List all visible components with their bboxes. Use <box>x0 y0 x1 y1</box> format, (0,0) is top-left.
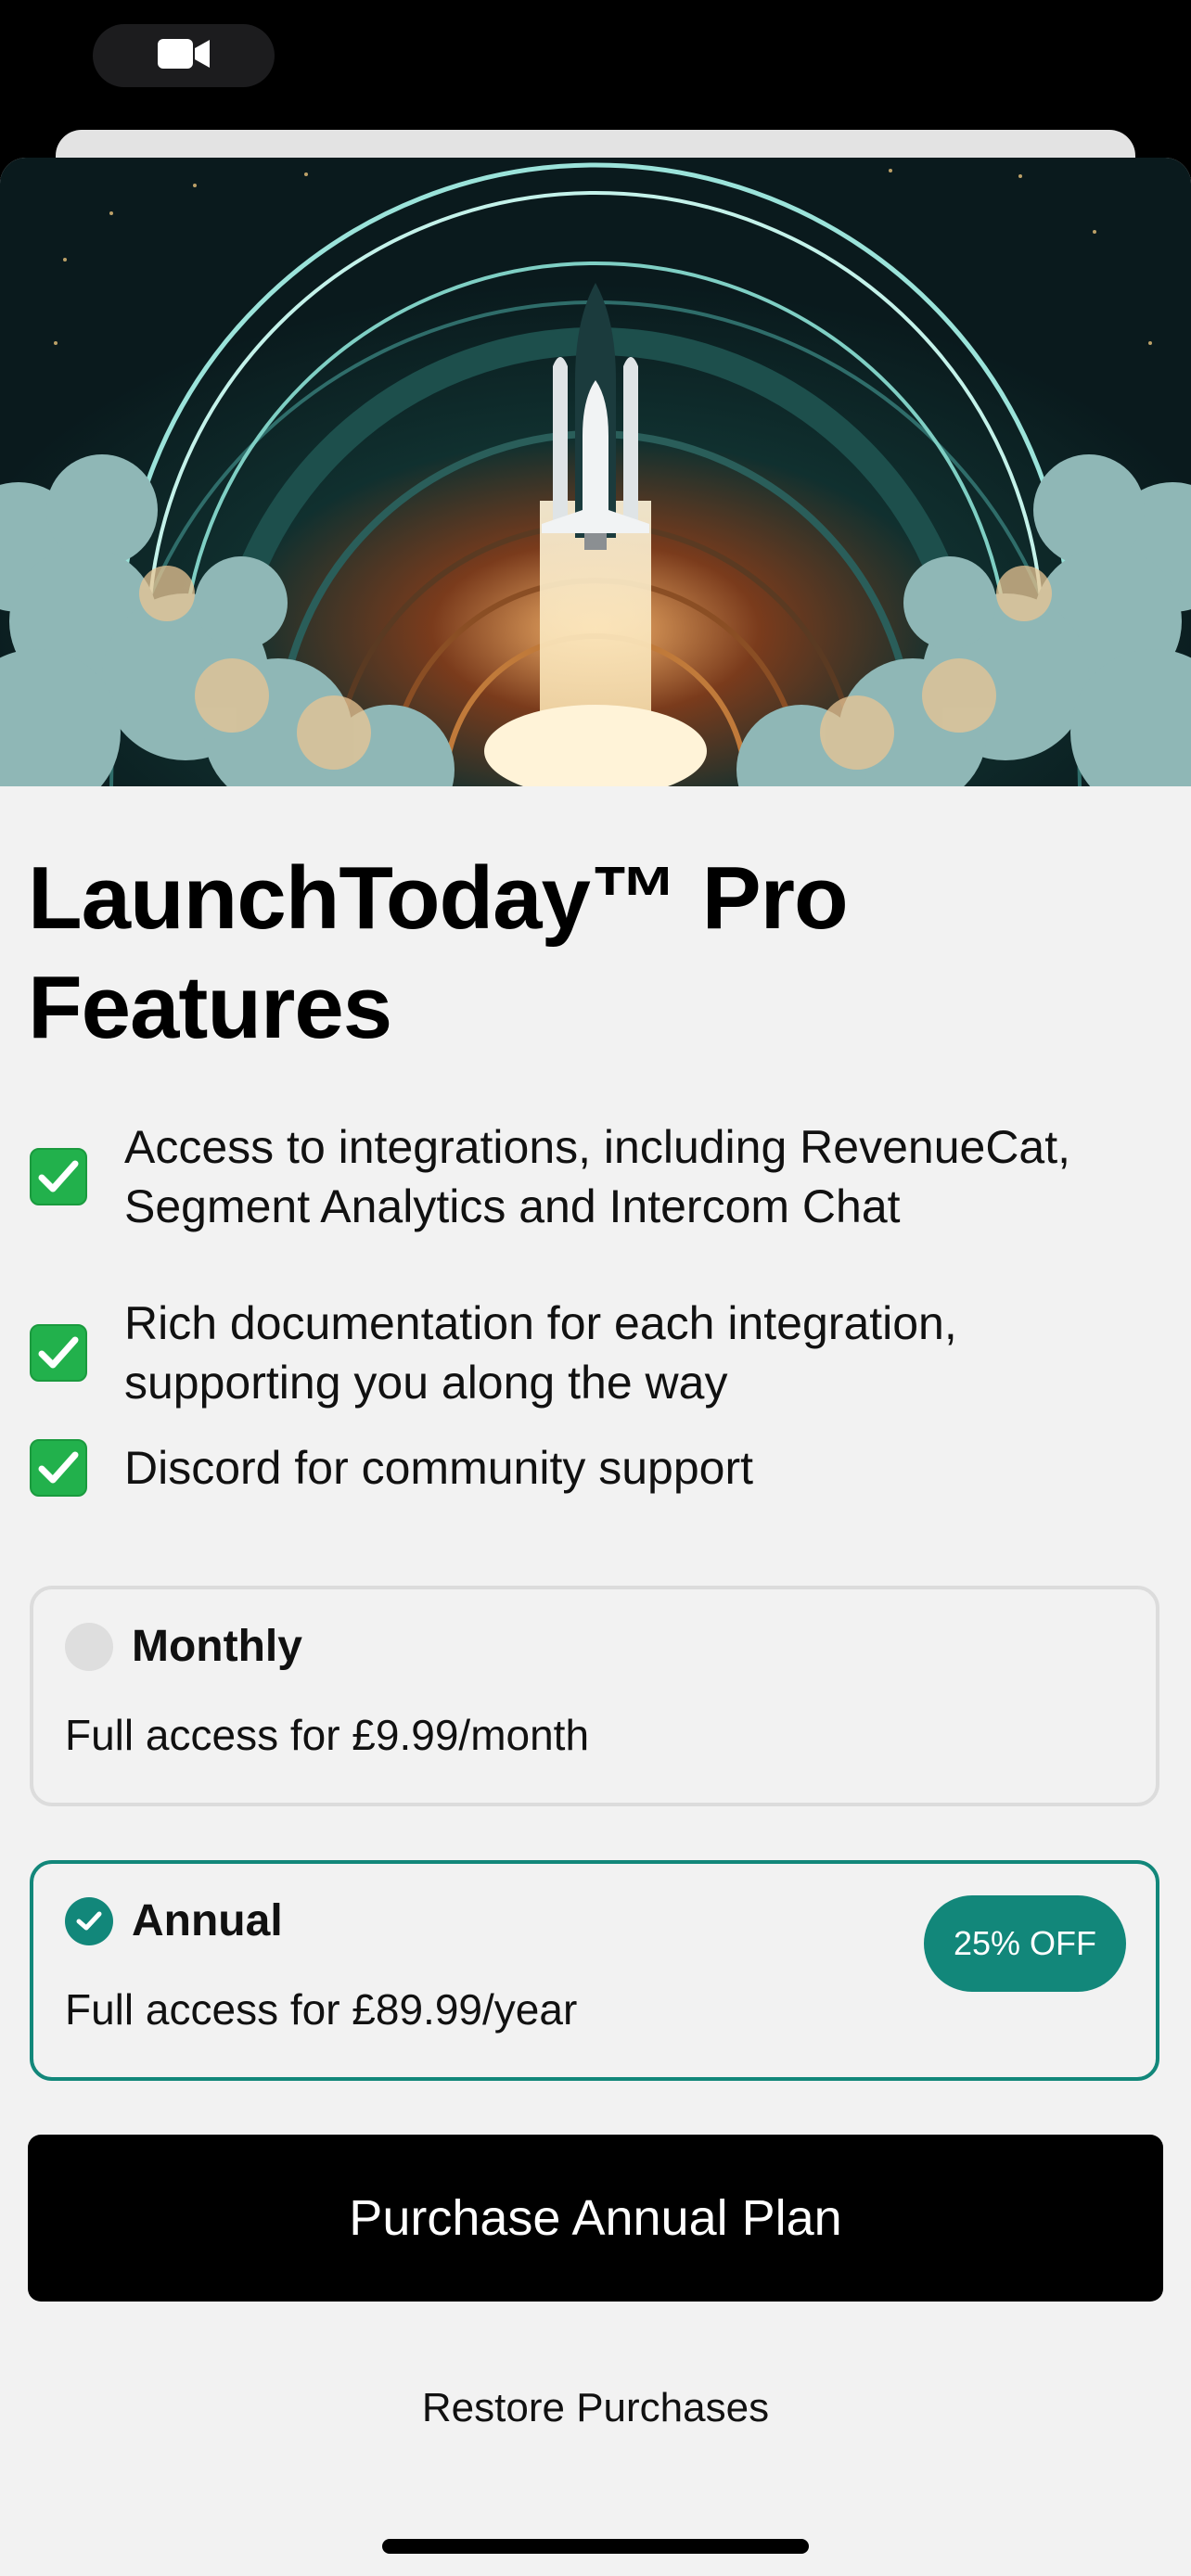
plan-description: Full access for £89.99/year <box>65 1985 578 2034</box>
radio-unselected-icon <box>65 1622 113 1671</box>
green-check-box-icon <box>30 1439 87 1497</box>
home-indicator <box>382 2539 809 2554</box>
purchase-button[interactable]: Purchase Annual Plan <box>28 2135 1163 2302</box>
radio-checked-icon <box>65 1896 113 1945</box>
plan-option-annual[interactable]: Annual Full access for £89.99/year 25% O… <box>30 1860 1159 2081</box>
hero-image <box>0 158 1191 786</box>
feature-item-documentation: Rich documentation for each integration,… <box>30 1294 1182 1412</box>
green-check-box-icon <box>30 1324 87 1382</box>
feature-item-integrations: Access to integrations, including Revenu… <box>30 1117 1182 1236</box>
video-camera-icon <box>158 37 210 75</box>
feature-text: Access to integrations, including Revenu… <box>124 1121 1071 1232</box>
plan-name: Annual <box>132 1896 283 1945</box>
green-check-box-icon <box>30 1148 87 1205</box>
feature-text: Rich documentation for each integration,… <box>124 1297 957 1409</box>
feature-item-discord: Discord for community support <box>30 1438 1182 1498</box>
paywall-sheet: LaunchToday™ Pro Features Access to inte… <box>0 158 1191 2576</box>
plan-description: Full access for £9.99/month <box>65 1711 590 1759</box>
page-title: LaunchToday™ Pro Features <box>28 848 849 1057</box>
feature-text: Discord for community support <box>124 1442 754 1494</box>
camera-indicator-pill <box>93 24 275 87</box>
restore-purchases-link[interactable]: Restore Purchases <box>0 2385 1191 2431</box>
discount-badge: 25% OFF <box>924 1895 1126 1992</box>
plan-option-monthly[interactable]: Monthly Full access for £9.99/month <box>30 1586 1159 1806</box>
plan-name: Monthly <box>132 1622 302 1671</box>
